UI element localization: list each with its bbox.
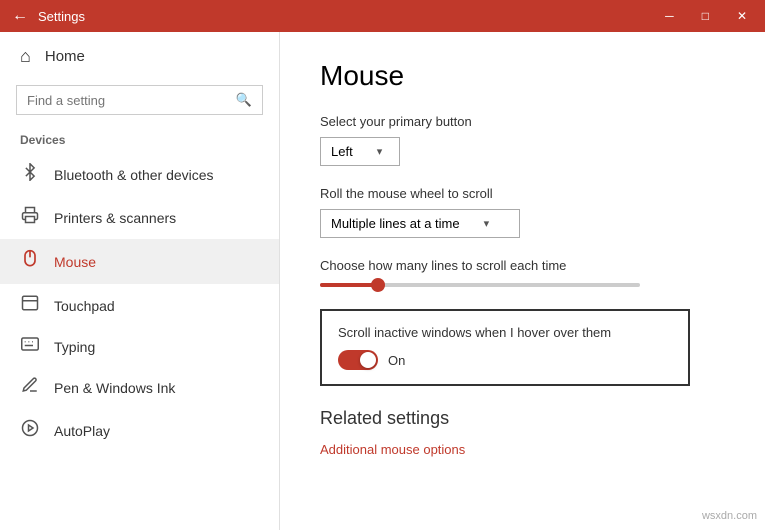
inactive-scroll-title: Scroll inactive windows when I hover ove… [338,325,672,340]
title-bar-title: Settings [38,9,659,24]
autoplay-icon [20,419,40,442]
sidebar-item-typing[interactable]: Typing [0,327,279,366]
primary-button-dropdown[interactable]: Left ▾ [320,137,400,166]
content-area: Mouse Select your primary button Left ▾ … [280,32,765,530]
search-input[interactable] [27,93,230,108]
typing-icon [20,337,40,356]
sidebar-item-bluetooth-label: Bluetooth & other devices [54,167,214,183]
title-bar: ← Settings ─ □ ✕ [0,0,765,32]
inactive-scroll-box: Scroll inactive windows when I hover ove… [320,309,690,386]
touchpad-icon [20,294,40,317]
slider-track[interactable] [320,283,640,287]
toggle-knob [360,352,376,368]
related-settings-title: Related settings [320,408,725,429]
dropdown-arrow-primary: ▾ [377,145,383,158]
toggle-label: On [388,353,405,368]
sidebar-item-typing-label: Typing [54,339,95,355]
scroll-value: Multiple lines at a time [331,216,460,231]
scroll-label: Roll the mouse wheel to scroll [320,186,725,201]
bluetooth-icon [20,163,40,186]
close-button[interactable]: ✕ [731,7,753,25]
sidebar-item-touchpad-label: Touchpad [54,298,115,314]
sidebar-item-printers-label: Printers & scanners [54,210,176,226]
back-button[interactable]: ← [12,7,28,25]
window-controls: ─ □ ✕ [659,7,753,25]
devices-section-label: Devices [0,127,279,153]
lines-label: Choose how many lines to scroll each tim… [320,258,725,273]
sidebar-item-pen-label: Pen & Windows Ink [54,380,175,396]
sidebar-item-touchpad[interactable]: Touchpad [0,284,279,327]
printers-icon [20,206,40,229]
sidebar-item-pen[interactable]: Pen & Windows Ink [0,366,279,409]
sidebar-item-autoplay-label: AutoPlay [54,423,110,439]
sidebar-item-home[interactable]: ⌂ Home [0,32,279,81]
primary-button-label: Select your primary button [320,114,725,129]
toggle-row: On [338,350,672,370]
sidebar-home-label: Home [45,48,85,65]
pen-icon [20,376,40,399]
lines-slider-section: Choose how many lines to scroll each tim… [320,258,725,287]
page-title: Mouse [320,60,725,92]
main-container: ⌂ Home 🔍 Devices Bluetooth & other devic… [0,32,765,530]
sidebar-item-autoplay[interactable]: AutoPlay [0,409,279,452]
dropdown-arrow-scroll: ▾ [484,217,490,230]
inactive-scroll-toggle[interactable] [338,350,378,370]
sidebar-item-printers[interactable]: Printers & scanners [0,196,279,239]
slider-thumb[interactable] [371,278,385,292]
primary-button-value: Left [331,144,353,159]
additional-mouse-link[interactable]: Additional mouse options [320,442,465,457]
minimize-button[interactable]: ─ [659,7,680,25]
maximize-button[interactable]: □ [696,7,715,25]
sidebar: ⌂ Home 🔍 Devices Bluetooth & other devic… [0,32,280,530]
sidebar-item-mouse-label: Mouse [54,254,96,270]
sidebar-item-bluetooth[interactable]: Bluetooth & other devices [0,153,279,196]
mouse-icon [20,249,40,274]
sidebar-item-mouse[interactable]: Mouse [0,239,279,284]
home-icon: ⌂ [20,46,31,67]
search-box[interactable]: 🔍 [16,85,263,115]
slider-fill [320,283,378,287]
search-icon: 🔍 [236,92,252,108]
scroll-dropdown[interactable]: Multiple lines at a time ▾ [320,209,520,238]
